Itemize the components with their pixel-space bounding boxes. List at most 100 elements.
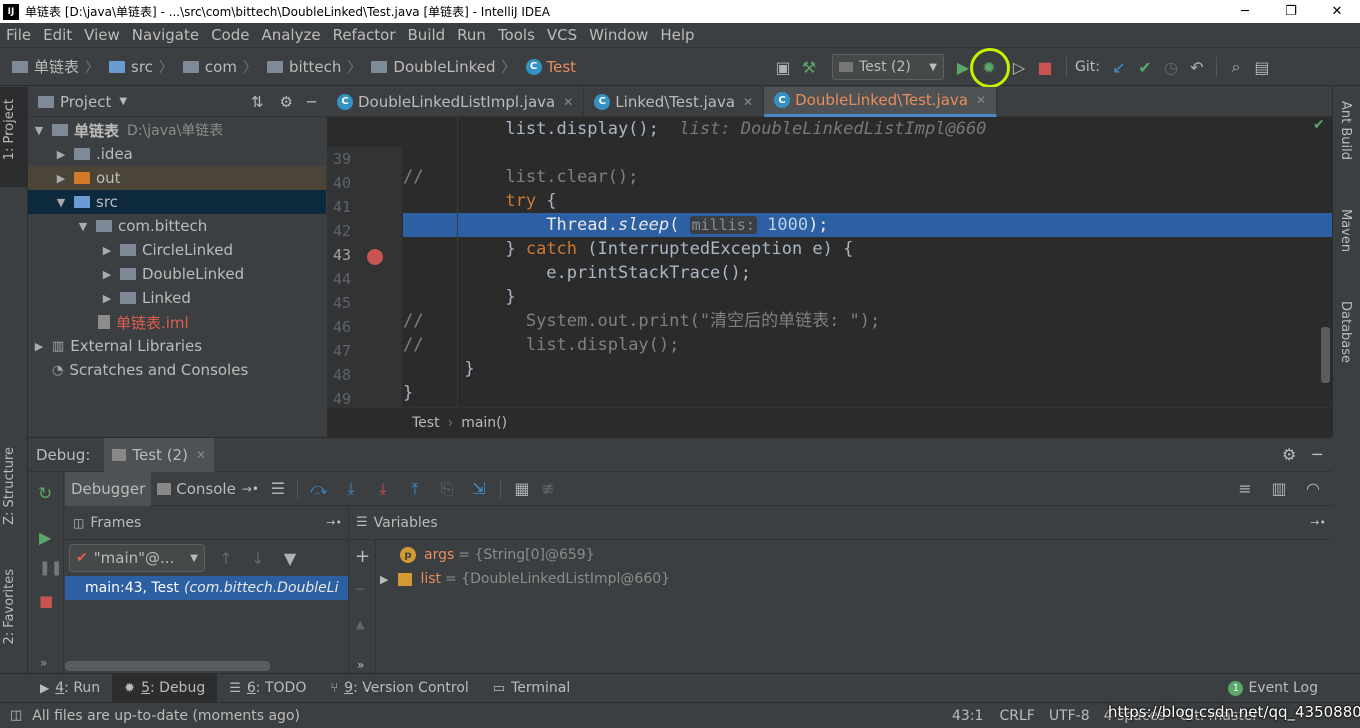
variable-args[interactable]: p args = {String[0]@659} bbox=[400, 544, 595, 566]
frame-row-selected[interactable]: main:43, Test (com.bittech.DoubleLi bbox=[65, 576, 348, 600]
gear-icon[interactable]: ⚙ bbox=[1282, 445, 1296, 464]
breakpoint-icon[interactable] bbox=[367, 249, 383, 265]
breadcrumb-test[interactable]: C Test bbox=[525, 58, 576, 76]
hide-icon[interactable]: ─ bbox=[307, 93, 316, 111]
hide-icon[interactable]: ─ bbox=[1312, 445, 1322, 464]
code-area[interactable]: 39 40 41 42 43 44 45 46 47 48 49 50 list… bbox=[327, 117, 1332, 407]
crumb-class[interactable]: Test bbox=[412, 415, 440, 431]
tree-item-com-bittech[interactable]: ▼ com.bittech bbox=[28, 214, 326, 238]
pin-icon[interactable]: →• bbox=[1310, 516, 1326, 529]
memory-icon[interactable]: ◠ bbox=[1300, 476, 1326, 502]
thread-select[interactable]: ✔ "main"@... ▼ bbox=[69, 544, 205, 572]
tab-linked-test[interactable]: C Linked\Test.java ✕ bbox=[584, 86, 765, 117]
menu-build[interactable]: Build bbox=[402, 26, 452, 44]
tree-item-iml[interactable]: 单链表.iml bbox=[28, 310, 326, 334]
stop-icon[interactable]: ■ bbox=[1032, 54, 1058, 80]
menu-file[interactable]: File bbox=[0, 26, 37, 44]
menu-code[interactable]: Code bbox=[205, 26, 255, 44]
tree-item-circlelinked[interactable]: ▶ CircleLinked bbox=[28, 238, 326, 262]
git-rollback-icon[interactable]: ↶ bbox=[1184, 54, 1210, 80]
layout-icon[interactable]: ▥ bbox=[1266, 476, 1292, 502]
breadcrumb-com[interactable]: com 〉 bbox=[182, 57, 263, 77]
git-commit-icon[interactable]: ✔ bbox=[1132, 54, 1158, 80]
caret-position[interactable]: 43:1 bbox=[952, 708, 983, 724]
force-step-into-icon[interactable]: ⤓ bbox=[370, 476, 396, 502]
tab-debug[interactable]: ✹ 5: Debug bbox=[112, 674, 218, 702]
frames-scrollbar[interactable] bbox=[65, 661, 270, 671]
ant-build-tab[interactable]: Ant Build bbox=[1338, 101, 1353, 160]
collapse-all-icon[interactable]: ⇅ bbox=[251, 93, 264, 111]
close-button[interactable]: ✕ bbox=[1314, 0, 1360, 23]
close-tab-icon[interactable]: ✕ bbox=[563, 95, 573, 109]
tab-debugger[interactable]: Debugger bbox=[65, 471, 152, 506]
tree-item-idea[interactable]: ▶ .idea bbox=[28, 142, 326, 166]
project-structure-dialog-icon[interactable]: ▤ bbox=[1249, 54, 1275, 80]
resume-icon[interactable]: ▶ bbox=[39, 528, 51, 547]
project-structure-icon[interactable]: ▣ bbox=[770, 54, 796, 80]
expand-arrow-icon[interactable]: ▶ bbox=[380, 573, 388, 586]
trace-icon[interactable]: ≢ bbox=[535, 476, 561, 502]
breadcrumb-bittech[interactable]: bittech 〉 bbox=[266, 57, 367, 77]
menu-run[interactable]: Run bbox=[451, 26, 492, 44]
run-config-select[interactable]: Test (2) ▼ bbox=[832, 54, 944, 80]
tree-item-external-libraries[interactable]: ▶ ▥ External Libraries bbox=[28, 334, 326, 358]
breadcrumb-doublelinked[interactable]: DoubleLinked 〉 bbox=[371, 57, 521, 77]
pause-icon[interactable]: ❚❚ bbox=[39, 560, 62, 576]
evaluate-expression-icon[interactable]: ▦ bbox=[509, 476, 535, 502]
tab-run[interactable]: ▶ 4: Run bbox=[28, 680, 112, 696]
minimize-button[interactable]: ─ bbox=[1222, 0, 1268, 23]
build-hammer-icon[interactable]: ⚒ bbox=[796, 54, 822, 80]
tab-doublelinked-test[interactable]: C DoubleLinked\Test.java ✕ bbox=[764, 86, 998, 117]
frame-up-icon[interactable]: ↑ bbox=[213, 545, 239, 571]
maven-tab[interactable]: Maven bbox=[1338, 209, 1353, 252]
debug-session-tab[interactable]: Test (2) ✕ bbox=[104, 437, 215, 472]
toggle-tool-windows-icon[interactable]: ◫ bbox=[10, 708, 22, 723]
event-log-button[interactable]: 1 Event Log bbox=[1216, 680, 1330, 696]
breadcrumb-project[interactable]: 单链表〉 bbox=[12, 56, 105, 77]
menu-analyze[interactable]: Analyze bbox=[255, 26, 326, 44]
git-update-icon[interactable]: ↙ bbox=[1106, 54, 1132, 80]
project-tool-tab[interactable]: 1: Project bbox=[2, 99, 17, 160]
remove-watch-icon[interactable]: ─ bbox=[356, 582, 364, 598]
tree-item-doublelinked[interactable]: ▶ DoubleLinked bbox=[28, 262, 326, 286]
menu-edit[interactable]: Edit bbox=[37, 26, 78, 44]
close-tab-icon[interactable]: ✕ bbox=[743, 95, 753, 109]
tab-doublelinkedlistimpl[interactable]: C DoubleLinkedListImpl.java ✕ bbox=[327, 86, 585, 117]
restore-layout-icon[interactable]: ≡ bbox=[1232, 476, 1258, 502]
tree-item-src[interactable]: ▼ src bbox=[28, 190, 326, 214]
move-up-icon[interactable]: ▲ bbox=[356, 618, 364, 631]
breadcrumb-src[interactable]: src 〉 bbox=[109, 57, 179, 77]
structure-tool-tab[interactable]: Z: Structure bbox=[2, 447, 17, 525]
menu-refactor[interactable]: Refactor bbox=[327, 26, 402, 44]
menu-help[interactable]: Help bbox=[654, 26, 700, 44]
pin-icon[interactable]: →• bbox=[326, 516, 342, 529]
stop-icon[interactable]: ■ bbox=[39, 592, 53, 610]
chevron-down-icon[interactable]: ▼ bbox=[119, 96, 127, 107]
run-to-cursor-icon[interactable]: ⇲ bbox=[466, 476, 492, 502]
menu-vcs[interactable]: VCS bbox=[541, 26, 583, 44]
step-over-icon[interactable]: ⤼ bbox=[306, 476, 332, 502]
frame-down-icon[interactable]: ↓ bbox=[245, 545, 271, 571]
add-watch-icon[interactable]: + bbox=[355, 546, 370, 567]
more-icon[interactable]: » bbox=[40, 656, 47, 670]
maximize-button[interactable]: ❐ bbox=[1268, 0, 1314, 23]
git-history-icon[interactable]: ◷ bbox=[1158, 54, 1184, 80]
crumb-method[interactable]: main() bbox=[461, 415, 507, 431]
tree-item-scratches[interactable]: ◔ Scratches and Consoles bbox=[28, 358, 326, 382]
debug-bug-icon[interactable]: ✹ bbox=[970, 48, 1010, 88]
more-icon[interactable]: » bbox=[357, 658, 364, 672]
menu-tools[interactable]: Tools bbox=[492, 26, 541, 44]
favorites-tool-tab[interactable]: 2: Favorites bbox=[2, 569, 17, 645]
gear-icon[interactable]: ⚙ bbox=[280, 93, 293, 111]
menu-navigate[interactable]: Navigate bbox=[126, 26, 205, 44]
menu-window[interactable]: Window bbox=[583, 26, 654, 44]
tree-item-out[interactable]: ▶ out bbox=[28, 166, 326, 190]
database-tab[interactable]: Database bbox=[1338, 301, 1353, 363]
line-separator[interactable]: CRLF bbox=[999, 708, 1034, 724]
variable-list[interactable]: ▶ list = {DoubleLinkedListImpl@660} bbox=[380, 568, 670, 590]
step-out-icon[interactable]: ⤒ bbox=[402, 476, 428, 502]
tree-item-project-root[interactable]: ▼ 单链表 D:\java\单链表 bbox=[28, 118, 326, 142]
tab-terminal[interactable]: ▭ Terminal bbox=[481, 680, 582, 696]
search-icon[interactable]: ⌕ bbox=[1223, 54, 1249, 80]
tab-version-control[interactable]: ⑂ 9: Version Control bbox=[318, 680, 480, 696]
